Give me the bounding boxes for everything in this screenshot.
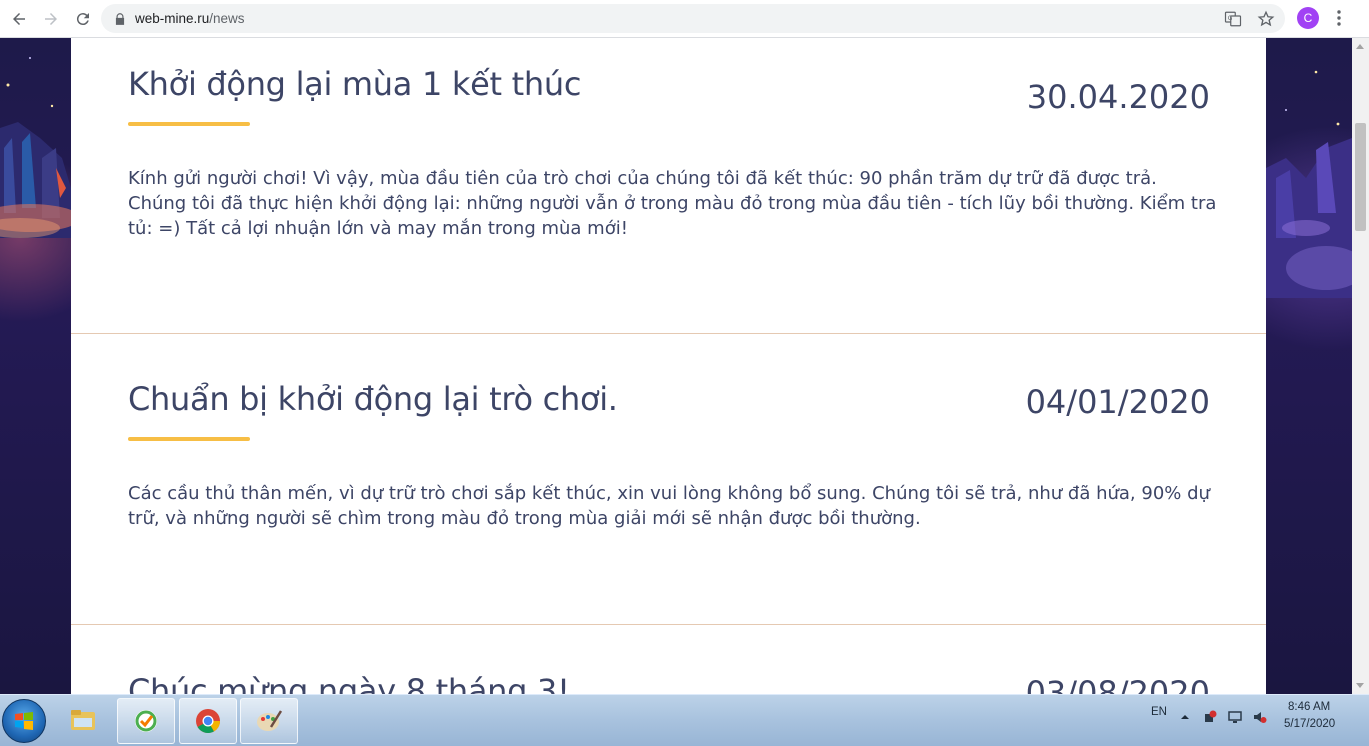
- arrow-left-icon: [13, 12, 25, 25]
- windows-taskbar: EN 8:46 AM 5/17/2020: [0, 694, 1369, 746]
- taskbar-chrome[interactable]: [179, 698, 237, 744]
- title-underline: [128, 122, 250, 126]
- svg-text:G: G: [1228, 15, 1233, 22]
- news-title: Chuẩn bị khởi động lại trò chơi.: [128, 380, 618, 418]
- clock-date[interactable]: 5/17/2020: [1284, 718, 1335, 730]
- windows-logo-icon: [15, 712, 33, 730]
- taskbar-app[interactable]: [117, 698, 175, 744]
- clock-time[interactable]: 8:46 AM: [1288, 701, 1330, 713]
- background-city-art-right: [1266, 70, 1352, 298]
- arrow-right-icon: [45, 12, 57, 25]
- title-underline: [128, 437, 250, 441]
- back-button[interactable]: [4, 4, 34, 34]
- forward-button[interactable]: [36, 4, 66, 34]
- start-button[interactable]: [2, 699, 46, 743]
- news-date: 03/08/2020: [1025, 674, 1210, 694]
- url-text: web-mine.ru/news: [135, 11, 245, 26]
- news-date: 04/01/2020: [1025, 383, 1210, 421]
- chevron-up-icon[interactable]: [1180, 712, 1190, 722]
- taskbar-paint[interactable]: [240, 698, 298, 744]
- reload-button[interactable]: [68, 4, 98, 34]
- news-list: Khởi động lại mùa 1 kết thúc 30.04.2020 …: [71, 38, 1266, 694]
- divider: [71, 333, 1266, 334]
- profile-avatar[interactable]: C: [1297, 7, 1319, 29]
- taskbar-explorer[interactable]: [55, 698, 111, 742]
- page-scrollbar[interactable]: [1352, 38, 1369, 694]
- star-icon[interactable]: [1257, 10, 1275, 28]
- address-bar[interactable]: web-mine.ru/news G: [101, 4, 1285, 33]
- scroll-up-icon[interactable]: [1356, 44, 1364, 49]
- display-icon[interactable]: [1228, 710, 1242, 724]
- background-city-art: [0, 57, 71, 238]
- news-date: 30.04.2020: [1026, 78, 1210, 116]
- translate-icon[interactable]: G: [1224, 10, 1242, 28]
- divider: [71, 624, 1266, 625]
- news-body: Kính gửi người chơi! Vì vậy, mùa đầu tiê…: [128, 168, 1217, 239]
- browser-toolbar: web-mine.ru/news G C: [0, 0, 1369, 38]
- news-title: Khởi động lại mùa 1 kết thúc: [128, 65, 582, 103]
- reload-icon: [76, 12, 89, 25]
- news-body: Các cầu thủ thân mến, vì dự trữ trò chơi…: [128, 483, 1210, 529]
- page-viewport: Khởi động lại mùa 1 kết thúc 30.04.2020 …: [0, 38, 1352, 694]
- explorer-icon: [71, 710, 95, 730]
- more-menu-icon[interactable]: [1331, 8, 1347, 28]
- language-indicator[interactable]: EN: [1151, 706, 1167, 718]
- volume-muted-icon[interactable]: [1253, 710, 1267, 724]
- paint-icon: [257, 710, 283, 731]
- scroll-thumb[interactable]: [1355, 123, 1366, 231]
- news-title: Chúc mừng ngày 8 tháng 3!: [128, 672, 570, 694]
- lock-icon: [115, 12, 125, 25]
- scroll-down-icon[interactable]: [1356, 683, 1364, 688]
- chrome-icon: [196, 709, 220, 734]
- app-icon: [135, 710, 157, 732]
- network-warning-icon[interactable]: [1203, 710, 1217, 724]
